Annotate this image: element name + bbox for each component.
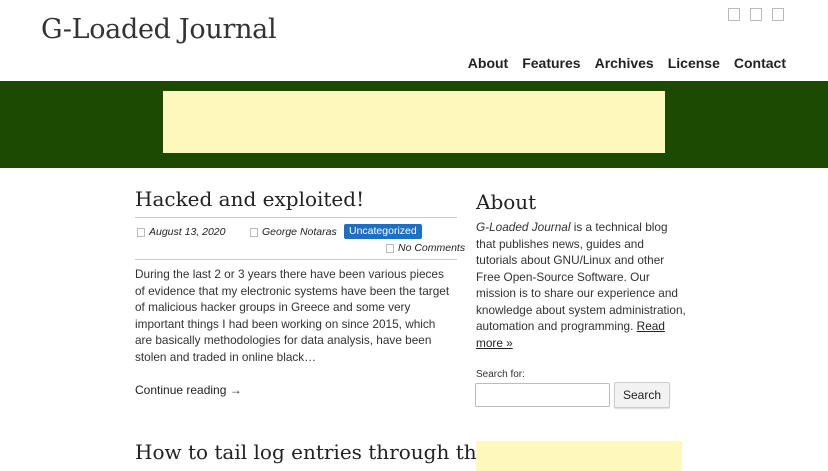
nav-item-contact[interactable]: Contact xyxy=(734,55,786,71)
social-icon[interactable] xyxy=(772,8,784,21)
post-title[interactable]: Hacked and exploited! xyxy=(135,187,364,211)
sidebar-ad-placeholder[interactable] xyxy=(476,441,682,471)
post-author: George Notaras xyxy=(250,226,337,238)
search-label: Search for: xyxy=(476,369,525,380)
banner-ad-placeholder[interactable] xyxy=(163,91,665,153)
site-title[interactable]: G-Loaded Journal xyxy=(41,14,277,45)
search-button[interactable]: Search xyxy=(614,382,670,408)
about-widget-text: G-Loaded Journal is a technical blog tha… xyxy=(476,219,688,351)
nav-item-license[interactable]: License xyxy=(668,55,720,71)
social-icon[interactable] xyxy=(728,8,740,21)
about-site-name: G-Loaded Journal xyxy=(476,220,571,234)
continue-reading-link[interactable]: Continue reading → xyxy=(135,383,242,397)
divider xyxy=(135,259,457,260)
post-comments: No Comments xyxy=(386,242,465,254)
post-comments-text[interactable]: No Comments xyxy=(398,242,465,254)
category-badge[interactable]: Uncategorized xyxy=(344,224,422,239)
main-nav: About Features Archives License Contact xyxy=(468,55,786,71)
divider xyxy=(135,217,457,218)
social-icon[interactable] xyxy=(750,8,762,21)
about-widget-title: About xyxy=(476,190,537,214)
search-input[interactable] xyxy=(475,383,610,407)
post-title[interactable]: How to tail log entries through the xyxy=(135,440,488,464)
post-author-text[interactable]: George Notaras xyxy=(262,226,337,238)
user-icon xyxy=(250,227,258,237)
post-date-text[interactable]: August 13, 2020 xyxy=(149,226,225,238)
post-date: August 13, 2020 xyxy=(137,226,225,238)
about-description: is a technical blog that publishes news,… xyxy=(476,220,686,333)
post-excerpt: During the last 2 or 3 years there have … xyxy=(135,267,450,364)
nav-item-archives[interactable]: Archives xyxy=(595,55,654,71)
comment-icon xyxy=(386,243,394,253)
calendar-icon xyxy=(137,227,145,237)
nav-item-features[interactable]: Features xyxy=(522,55,580,71)
social-icons xyxy=(728,8,784,21)
nav-item-about[interactable]: About xyxy=(468,55,508,71)
